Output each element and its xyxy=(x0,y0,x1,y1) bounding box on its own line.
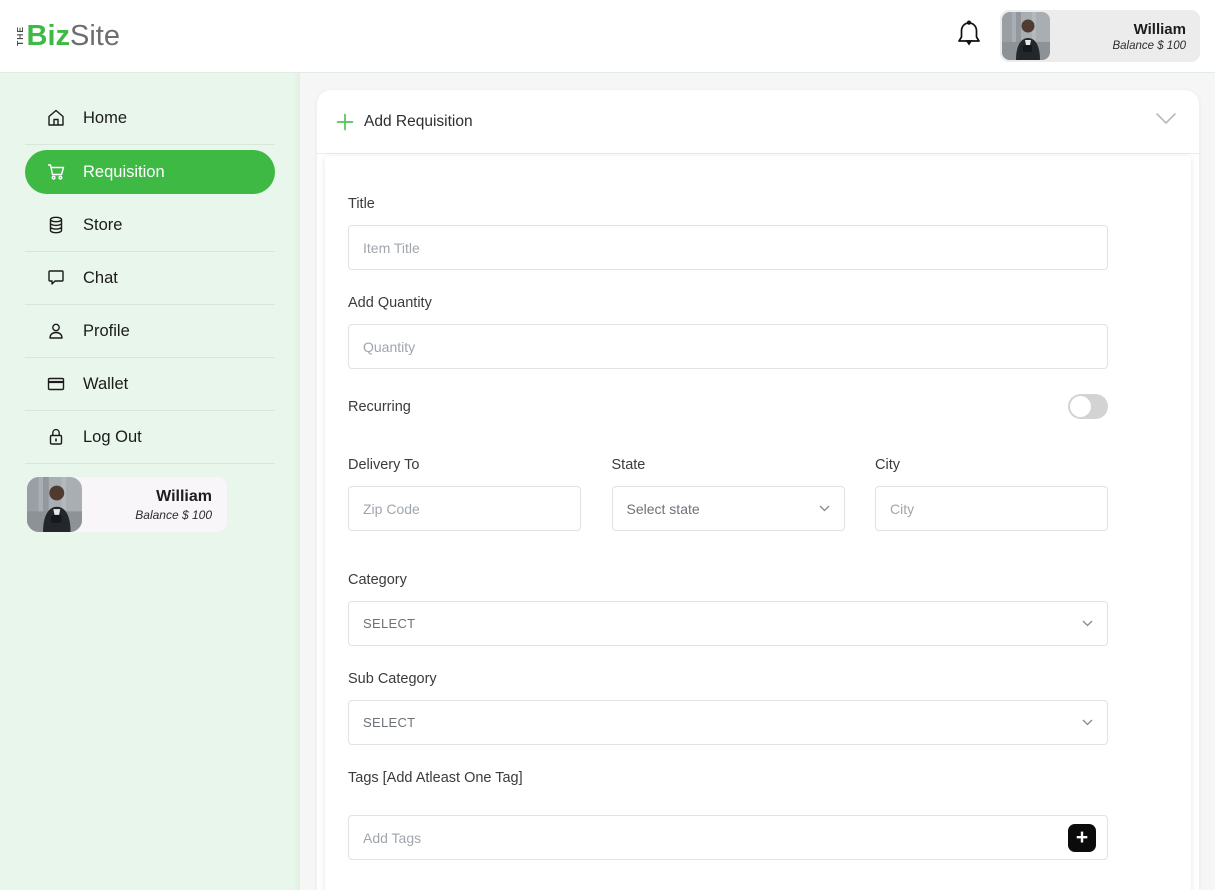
tags-label: Tags [Add Atleast One Tag] xyxy=(348,770,1108,786)
panel-title: Add Requisition xyxy=(364,113,473,131)
chevron-down-icon xyxy=(1082,620,1093,627)
sub-category-field-group: Sub Category SELECT xyxy=(348,671,1108,745)
sub-category-label: Sub Category xyxy=(348,671,1108,687)
category-field-group: Category SELECT xyxy=(348,572,1108,646)
recurring-label: Recurring xyxy=(348,399,411,415)
title-label: Title xyxy=(348,196,1108,212)
tags-input[interactable] xyxy=(348,815,1108,860)
sidebar-nav: Home Requisition xyxy=(0,92,300,464)
sidebar-item-label: Home xyxy=(83,109,127,128)
category-select-value: SELECT xyxy=(363,616,415,631)
requisition-form: Title Add Quantity Recurring xyxy=(325,156,1191,890)
main-content: Add Requisition Title Add Quantity xyxy=(300,73,1215,890)
sidebar-item-store[interactable]: Store xyxy=(25,199,275,252)
header-user-chip[interactable]: William Balance $ 100 xyxy=(1000,10,1200,62)
toggle-knob xyxy=(1070,396,1091,417)
sidebar-user-meta: William Balance $ 100 xyxy=(82,488,227,522)
brand-the: THE xyxy=(16,26,25,46)
sidebar-item-logout[interactable]: Log Out xyxy=(25,411,275,464)
collapse-chevron-icon[interactable] xyxy=(1155,112,1177,131)
delivery-field-group: Delivery To xyxy=(348,457,581,531)
brand-site: Site xyxy=(70,22,120,51)
app-window: THE Biz Site William Balance $ 100 xyxy=(0,0,1215,890)
chevron-down-icon xyxy=(1082,719,1093,726)
city-input[interactable] xyxy=(875,486,1108,531)
title-field-group: Title xyxy=(348,196,1108,270)
sub-category-select-value: SELECT xyxy=(363,715,415,730)
quantity-field-group: Add Quantity xyxy=(348,295,1108,369)
sidebar-item-label: Log Out xyxy=(83,428,142,447)
sidebar-item-label: Wallet xyxy=(83,375,128,394)
state-select-value: Select state xyxy=(627,501,700,517)
sidebar-item-requisition[interactable]: Requisition xyxy=(25,150,275,194)
recurring-field-group: Recurring xyxy=(348,393,1108,420)
sidebar-item-home[interactable]: Home xyxy=(25,92,275,145)
sidebar-item-profile[interactable]: Profile xyxy=(25,305,275,358)
zip-code-input[interactable] xyxy=(348,486,581,531)
sidebar-item-label: Profile xyxy=(83,322,130,341)
person-icon xyxy=(46,321,66,341)
recurring-toggle[interactable] xyxy=(1068,394,1108,419)
category-label: Category xyxy=(348,572,1108,588)
lock-icon xyxy=(46,427,66,447)
state-field-group: State Select state xyxy=(612,457,845,531)
state-select[interactable]: Select state xyxy=(612,486,845,531)
delivery-label: Delivery To xyxy=(348,457,581,473)
brand-biz: Biz xyxy=(27,22,71,51)
add-tag-button[interactable]: + xyxy=(1068,824,1096,852)
sidebar-item-chat[interactable]: Chat xyxy=(25,252,275,305)
sidebar-item-wallet[interactable]: Wallet xyxy=(25,358,275,411)
add-requisition-panel: Add Requisition Title Add Quantity xyxy=(317,90,1199,890)
notification-bell-icon[interactable] xyxy=(956,20,982,53)
chat-icon xyxy=(46,268,66,288)
header-user-meta: William Balance $ 100 xyxy=(1050,21,1198,52)
tags-field-group: Tags [Add Atleast One Tag] + xyxy=(348,770,1108,860)
sidebar-item-label: Chat xyxy=(83,269,118,288)
header-avatar xyxy=(1002,12,1050,60)
sidebar: Home Requisition xyxy=(0,73,300,890)
brand-logo[interactable]: THE Biz Site xyxy=(16,22,120,51)
home-icon xyxy=(46,108,66,128)
header-user-balance: Balance $ 100 xyxy=(1050,40,1186,52)
location-row: Delivery To State Select state City xyxy=(348,457,1108,531)
header-user-name: William xyxy=(1050,21,1186,38)
quantity-label: Add Quantity xyxy=(348,295,1108,311)
title-input[interactable] xyxy=(348,225,1108,270)
category-select[interactable]: SELECT xyxy=(348,601,1108,646)
database-icon xyxy=(46,215,66,235)
cart-icon xyxy=(46,162,66,182)
panel-header[interactable]: Add Requisition xyxy=(317,90,1199,154)
sub-category-select[interactable]: SELECT xyxy=(348,700,1108,745)
sidebar-user-balance: Balance $ 100 xyxy=(82,508,212,522)
top-bar: THE Biz Site William Balance $ 100 xyxy=(0,0,1215,73)
city-label: City xyxy=(875,457,1108,473)
sidebar-avatar xyxy=(27,477,82,532)
sidebar-item-label: Requisition xyxy=(83,163,165,182)
state-label: State xyxy=(612,457,845,473)
quantity-input[interactable] xyxy=(348,324,1108,369)
top-bar-right: William Balance $ 100 xyxy=(956,10,1200,62)
sidebar-user-name: William xyxy=(82,488,212,506)
plus-icon xyxy=(336,113,354,131)
sidebar-item-label: Store xyxy=(83,216,122,235)
sidebar-user-card[interactable]: William Balance $ 100 xyxy=(27,477,227,532)
city-field-group: City xyxy=(875,457,1108,531)
chevron-down-icon xyxy=(819,505,830,512)
card-icon xyxy=(46,374,66,394)
